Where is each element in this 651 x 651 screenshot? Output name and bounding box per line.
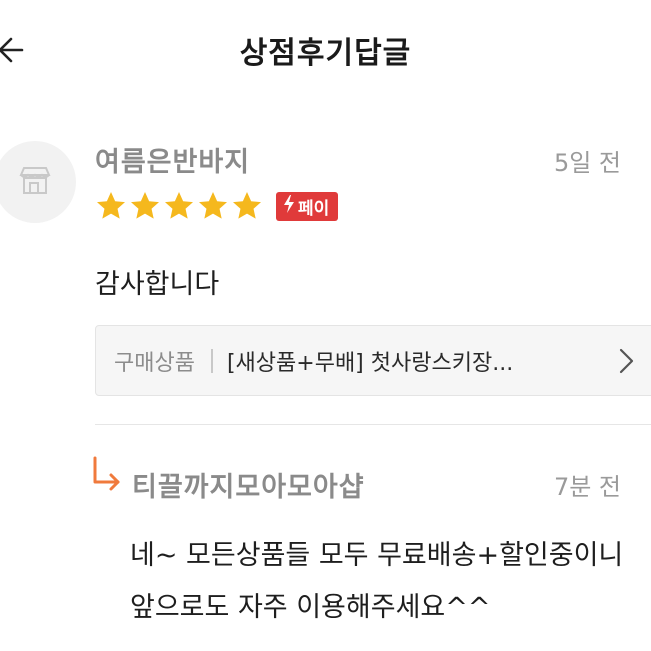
reviewer-name[interactable]: 여름은반바지	[95, 140, 250, 179]
reply-text-line: 앞으로도 자주 이용해주세요^^	[130, 592, 491, 623]
star-icon	[233, 192, 261, 219]
star-icon	[199, 192, 227, 219]
reply-text-line: 네~ 모든상품들 모두 무료배송+할인중이니	[130, 540, 624, 571]
pay-badge-label: 페이	[298, 199, 330, 219]
reply-text: 네~ 모든상품들 모두 무료배송+할인중이니 앞으로도 자주 이용해주세요^^	[130, 530, 645, 634]
product-name: [새상품+무배] 첫사랑스키장...	[226, 350, 514, 376]
star-icon	[165, 192, 193, 219]
reply-timestamp: 7분 전	[553, 473, 621, 501]
divider	[95, 424, 651, 425]
star-rating	[95, 190, 263, 222]
product-label: 구매상품	[114, 350, 195, 376]
star-icon	[97, 192, 125, 219]
purchased-product-link[interactable]: 구매상품 [새상품+무배] 첫사랑스키장...	[95, 325, 651, 396]
header-bar: 상점후기답글	[0, 0, 651, 100]
pay-badge: 페이	[276, 192, 339, 221]
reviewer-avatar[interactable]	[0, 141, 76, 223]
lightning-icon	[283, 195, 295, 218]
chevron-right-icon	[614, 346, 638, 376]
review-timestamp: 5일 전	[553, 149, 621, 177]
page-title: 상점후기답글	[239, 36, 412, 71]
reply-arrow-icon	[90, 455, 124, 493]
review-text: 감사합니다	[95, 269, 220, 300]
product-separator	[210, 348, 213, 373]
shop-icon	[18, 165, 52, 199]
seller-name[interactable]: 티끌까지모아모아샵	[132, 465, 365, 504]
star-icon	[131, 192, 159, 219]
